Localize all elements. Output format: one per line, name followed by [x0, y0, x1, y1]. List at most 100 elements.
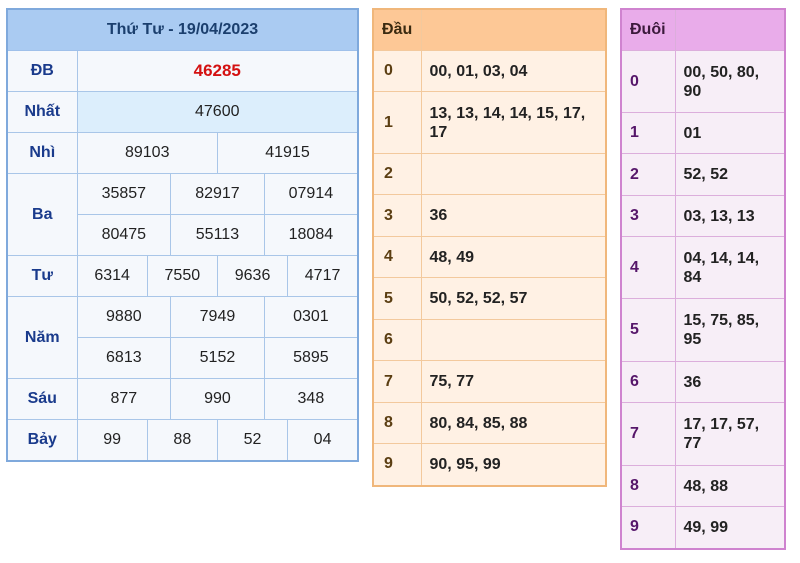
table-row: 6 36: [620, 361, 786, 403]
table-row: 4 04, 14, 14, 84: [620, 236, 786, 299]
digit-key: 1: [372, 91, 422, 154]
prize-value: 07914: [263, 173, 359, 215]
prize-value: 7949: [170, 296, 265, 338]
prize-value: 348: [263, 378, 359, 420]
table-row: 3 36: [372, 194, 607, 237]
digit-key: 6: [372, 319, 422, 361]
table-row: 1 01: [620, 112, 786, 154]
prize-value: 5152: [170, 337, 265, 379]
table-row: Nhất 47600: [6, 91, 359, 133]
digit-values: [420, 319, 607, 361]
prize-value: 80475: [76, 214, 172, 256]
digit-key: 9: [372, 443, 422, 486]
table-row: 7 75, 77: [372, 360, 607, 403]
digit-key: 4: [372, 236, 422, 278]
prize-value: 990: [170, 378, 265, 420]
prize-value: 9880: [76, 296, 172, 338]
digit-key: 2: [620, 153, 676, 196]
digit-key: 1: [620, 112, 676, 154]
prize-label: Năm: [6, 296, 78, 379]
digit-key: 7: [620, 402, 676, 466]
digit-values: 90, 95, 99: [420, 443, 607, 486]
digit-values: 01: [674, 112, 786, 154]
digit-values: [420, 153, 607, 195]
prize-value: 9636: [216, 255, 289, 297]
digit-values: 48, 49: [420, 236, 607, 278]
prize-label: Bảy: [6, 419, 78, 462]
table-row: Nhì 89103 41915: [6, 132, 359, 174]
digit-values: 49, 99: [674, 506, 786, 549]
table-row: 9 49, 99: [620, 506, 786, 549]
digit-key: 9: [620, 506, 676, 549]
digit-key: 8: [372, 402, 422, 444]
prize-value: 877: [76, 378, 172, 420]
prize-label: Tư: [6, 255, 78, 297]
digit-values: 00, 01, 03, 04: [420, 50, 607, 92]
digit-values: 75, 77: [420, 360, 607, 403]
prize-value: 0301: [263, 296, 359, 338]
digit-values: 36: [420, 194, 607, 237]
prize-value: 89103: [76, 132, 218, 174]
digit-values: 48, 88: [674, 465, 786, 507]
table-row: ĐB 46285: [6, 50, 359, 92]
table-row: 5 50, 52, 52, 57: [372, 277, 607, 320]
table-row: 2 52, 52: [620, 153, 786, 196]
dau-header: Đầu: [372, 8, 422, 51]
digit-key: 3: [620, 195, 676, 237]
table-row: 8 48, 88: [620, 465, 786, 507]
prize-label: ĐB: [6, 50, 78, 92]
duoi-header-blank: [674, 8, 786, 51]
table-row: Bảy 99 88 52 04: [6, 419, 359, 462]
digit-key: 6: [620, 361, 676, 403]
table-row: 0 00, 50, 80, 90: [620, 50, 786, 113]
digit-key: 5: [372, 277, 422, 320]
table-row: Sáu 877 990 348: [6, 378, 359, 420]
digit-key: 4: [620, 236, 676, 299]
prize-label: Nhất: [6, 91, 78, 133]
table-row: Ba 35857 82917 07914: [6, 173, 359, 256]
digit-values: 00, 50, 80, 90: [674, 50, 786, 113]
digit-values: 15, 75, 85, 95: [674, 298, 786, 362]
table-row: 1 13, 13, 14, 14, 15, 17, 17: [372, 91, 607, 154]
prize-value: 47600: [76, 91, 359, 133]
digit-key: 5: [620, 298, 676, 362]
digit-values: 04, 14, 14, 84: [674, 236, 786, 299]
special-prize-value: 46285: [76, 50, 359, 92]
table-row: 9 90, 95, 99: [372, 443, 607, 486]
prize-value: 88: [146, 419, 218, 462]
table-row: 8 80, 84, 85, 88: [372, 402, 607, 444]
table-row: Tư 6314 7550 9636 4717: [6, 255, 359, 297]
prize-value: 18084: [263, 214, 359, 256]
digit-values: 13, 13, 14, 14, 15, 17, 17: [420, 91, 607, 154]
prize-value: 55113: [170, 214, 265, 256]
table-row: 0 00, 01, 03, 04: [372, 50, 607, 92]
prize-value: 52: [216, 419, 289, 462]
dau-table: Đầu 0 00, 01, 03, 04 1 13, 13, 14, 14, 15,…: [372, 8, 607, 487]
prize-value: 99: [76, 419, 148, 462]
prize-value: 6314: [76, 255, 148, 297]
digit-values: 80, 84, 85, 88: [420, 402, 607, 444]
results-title: Thứ Tư - 19/04/2023: [6, 8, 359, 51]
table-row: 3 03, 13, 13: [620, 195, 786, 237]
digit-key: 3: [372, 194, 422, 237]
table-row: 6: [372, 319, 607, 361]
table-row: 2: [372, 153, 607, 195]
prize-value: 4717: [287, 255, 359, 297]
table-row: Năm 9880 7949 0301: [6, 296, 359, 379]
duoi-table: Đuôi 0 00, 50, 80, 90 1 01 2 52, 52 3 03, 13…: [620, 8, 786, 550]
prize-value: 41915: [216, 132, 359, 174]
digit-key: 7: [372, 360, 422, 403]
digit-key: 0: [372, 50, 422, 92]
prize-label: Nhì: [6, 132, 78, 174]
digit-values: 36: [674, 361, 786, 403]
digit-key: 0: [620, 50, 676, 113]
prize-value: 82917: [170, 173, 265, 215]
duoi-header: Đuôi: [620, 8, 676, 51]
digit-key: 2: [372, 153, 422, 195]
digit-key: 8: [620, 465, 676, 507]
prize-value: 6813: [76, 337, 172, 379]
prize-label: Sáu: [6, 378, 78, 420]
table-row: 4 48, 49: [372, 236, 607, 278]
digit-values: 17, 17, 57, 77: [674, 402, 786, 466]
prize-value: 04: [287, 419, 359, 462]
